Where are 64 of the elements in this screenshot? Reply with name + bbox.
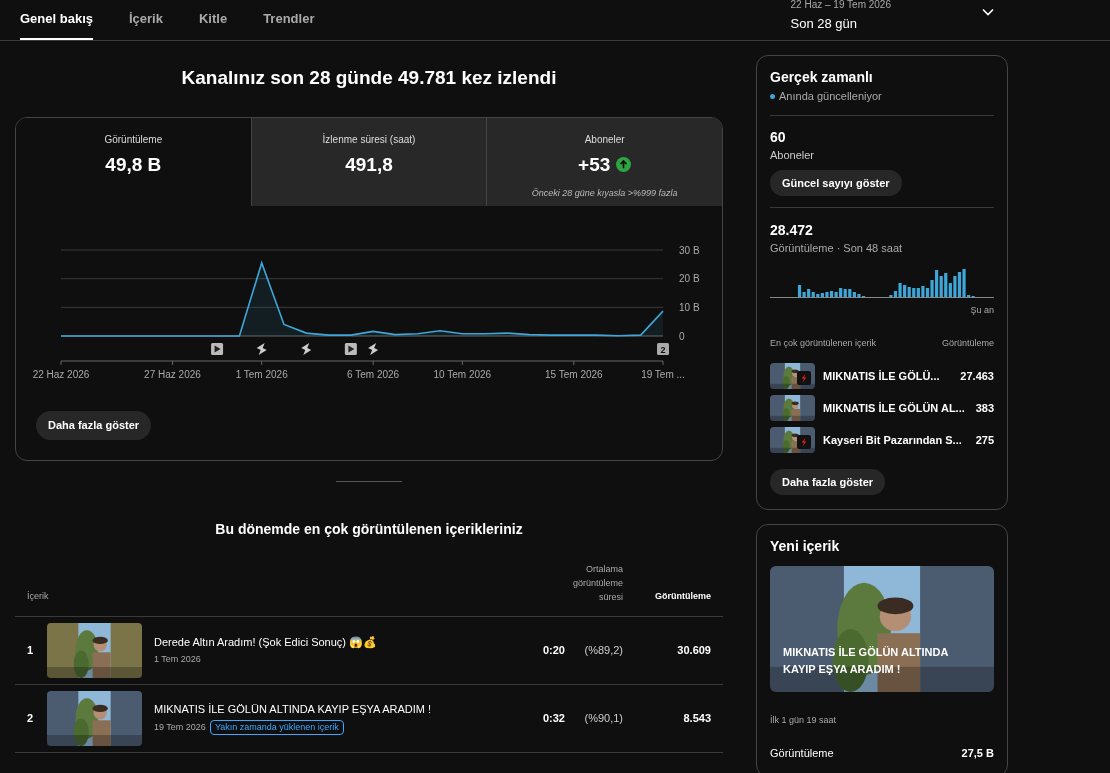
rank-number: 2: [27, 710, 35, 726]
subscriber-count: 60: [770, 129, 787, 145]
shorts-icon[interactable]: [368, 342, 379, 355]
x-tick-label: 27 Haz 2026: [144, 368, 201, 380]
live-status: Anında güncelleniyor: [779, 89, 882, 103]
video-title[interactable]: Derede Altın Aradım! (Şok Edici Sonuç) 😱💰: [154, 634, 543, 651]
x-tick-label: 6 Tem 2026: [347, 368, 400, 380]
view-count: 28.472: [770, 222, 814, 238]
x-tick-label: 22 Haz 2026: [32, 368, 90, 380]
video-date: 1 Tem 2026: [154, 652, 201, 666]
count-badge[interactable]: 2: [657, 342, 669, 355]
view-count: 27.463: [960, 368, 994, 384]
video-icon[interactable]: [344, 342, 357, 355]
tab[interactable]: Trendler: [263, 8, 315, 40]
video-title[interactable]: MIKNATIS İLE GÖLÜN ALTINDA KAYIP EŞYA ARADIM !: [154, 701, 543, 718]
video-title[interactable]: Kayseri Bit Pazarından S...: [815, 431, 976, 449]
x-tick-label: 19 Tem ...: [641, 368, 685, 380]
column-header: Görüntüleme: [654, 590, 711, 603]
card-title: Gerçek zamanlı: [770, 69, 874, 85]
period-label: İlk 1 gün 19 saat: [770, 715, 838, 726]
stat-value: 27,5 B: [961, 746, 994, 760]
recent-upload-badge: Yakın zamanda yüklenen içerik: [209, 719, 344, 735]
average-duration: 0:32: [542, 710, 565, 726]
video-title[interactable]: MIKNATIS İLE GÖLÜN AL...: [815, 399, 976, 417]
shorts-icon[interactable]: [256, 342, 267, 355]
y-tick-label: 10 B: [679, 301, 700, 313]
list-header: Görüntüleme: [941, 338, 994, 349]
column-header: İçerik: [27, 590, 50, 603]
video-date: 19 Tem 2026: [154, 720, 206, 734]
x-tick-label: 15 Tem 2026: [545, 368, 603, 380]
video-title[interactable]: MIKNATIS İLE GÖLÜ...: [815, 367, 961, 385]
tab[interactable]: İçerik: [129, 8, 163, 40]
average-duration: 0:20: [542, 642, 565, 658]
x-tick-label: 1 Tem 2026: [235, 368, 288, 380]
average-percentage: (%90,1): [583, 710, 623, 726]
view-count: 8.543: [682, 710, 711, 726]
view-count: 275: [975, 432, 994, 448]
y-tick-label: 30 B: [679, 244, 700, 255]
card-title: Yeni içerik: [770, 538, 841, 554]
average-percentage: (%89,2): [583, 642, 623, 658]
metric-tab[interactable]: İzlenme süresi (saat) 491,8: [250, 117, 487, 206]
video-icon[interactable]: [211, 342, 224, 355]
view-count: 30.609: [676, 642, 711, 658]
view-count: 383: [975, 400, 994, 416]
metric-tab[interactable]: Aboneler +53 Önceki 28 güne kıyasla >%999 fazla: [486, 117, 722, 206]
show-more-button[interactable]: Daha fazla göster: [770, 469, 886, 495]
tab[interactable]: Genel bakış: [20, 8, 93, 40]
views-label: Görüntüleme · Son 48 saat: [770, 241, 904, 255]
y-tick-label: 0: [679, 330, 685, 341]
list-header: En çok görüntülenen içerik: [770, 338, 877, 349]
date-range-dropdown[interactable]: 22 Haz – 19 Tem 2026 Son 28 gün: [790, 0, 995, 40]
x-tick-label: 10 Tem 2026: [433, 368, 492, 380]
stat-label: Görüntüleme: [770, 746, 834, 760]
now-label: Şu an: [969, 305, 994, 316]
subscriber-label: Aboneler: [770, 148, 816, 162]
show-more-button[interactable]: Daha fazla göster: [36, 410, 152, 440]
column-header: Ortalama görüntüleme süresi: [571, 562, 623, 604]
y-tick-label: 20 B: [679, 272, 700, 284]
rank-number: 1: [27, 642, 35, 658]
tab[interactable]: Kitle: [198, 8, 228, 40]
headline: Kanalınız son 28 günde 49.781 kez izlendi: [180, 66, 558, 90]
shorts-icon[interactable]: [301, 342, 312, 355]
section-title: Bu dönemde en çok görüntülenen içerikleriniz: [214, 519, 524, 539]
show-current-count-button[interactable]: Güncel sayıyı göster: [770, 170, 902, 196]
